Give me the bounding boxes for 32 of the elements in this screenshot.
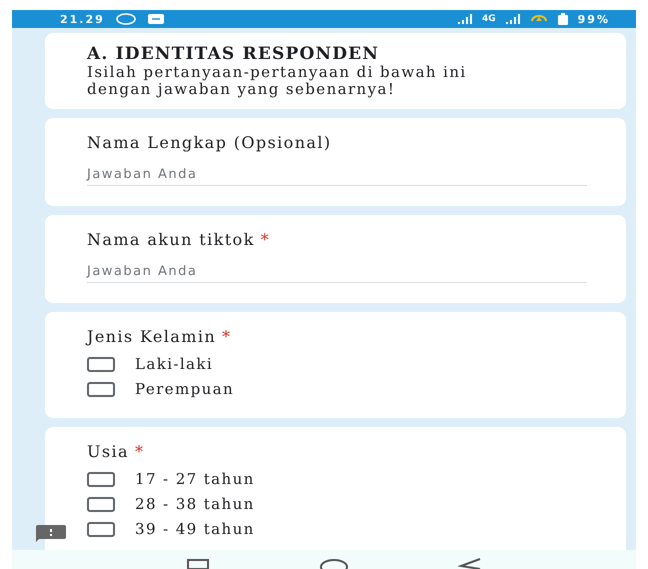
option-label: Perempuan: [135, 381, 234, 398]
signal-icon: [506, 14, 520, 24]
option-label: Laki-laki: [135, 356, 214, 373]
network-type: 4G: [482, 14, 496, 24]
home-icon[interactable]: [318, 557, 349, 569]
question-label: Jenis Kelamin: [87, 327, 216, 346]
back-icon[interactable]: [458, 557, 482, 569]
section-title: A. IDENTITAS RESPONDEN: [87, 44, 380, 64]
option-label: 39 - 49 tahun: [135, 521, 255, 538]
checkbox[interactable]: [87, 522, 115, 537]
checkbox[interactable]: [87, 357, 115, 372]
required-mark: *: [134, 442, 144, 461]
answer-field[interactable]: Jawaban Anda: [87, 164, 587, 186]
question-label: Usia: [87, 442, 129, 461]
section-description: Isilah pertanyaan-pertanyaan di bawah ini dengan jawaban yang sebenarnya!: [87, 64, 468, 98]
checkbox[interactable]: [87, 472, 115, 487]
battery-level: 99%: [578, 12, 610, 26]
required-mark: *: [260, 230, 270, 249]
battery-icon: [558, 13, 568, 25]
message-icon: [146, 13, 165, 25]
checkbox[interactable]: [87, 382, 115, 397]
option-label: 28 - 38 tahun: [135, 496, 255, 513]
clock: 21.29: [60, 12, 105, 26]
feedback-icon[interactable]: [36, 525, 66, 542]
answer-field[interactable]: Jawaban Anda: [87, 261, 587, 283]
required-mark: *: [222, 327, 232, 346]
signal-icon: [458, 14, 472, 24]
recents-icon[interactable]: [186, 557, 210, 569]
option-label: 17 - 27 tahun: [135, 471, 255, 488]
checkbox[interactable]: [87, 497, 115, 512]
question-label: Nama akun tiktok: [87, 230, 255, 249]
question-label: Nama Lengkap (Opsional): [87, 133, 332, 152]
